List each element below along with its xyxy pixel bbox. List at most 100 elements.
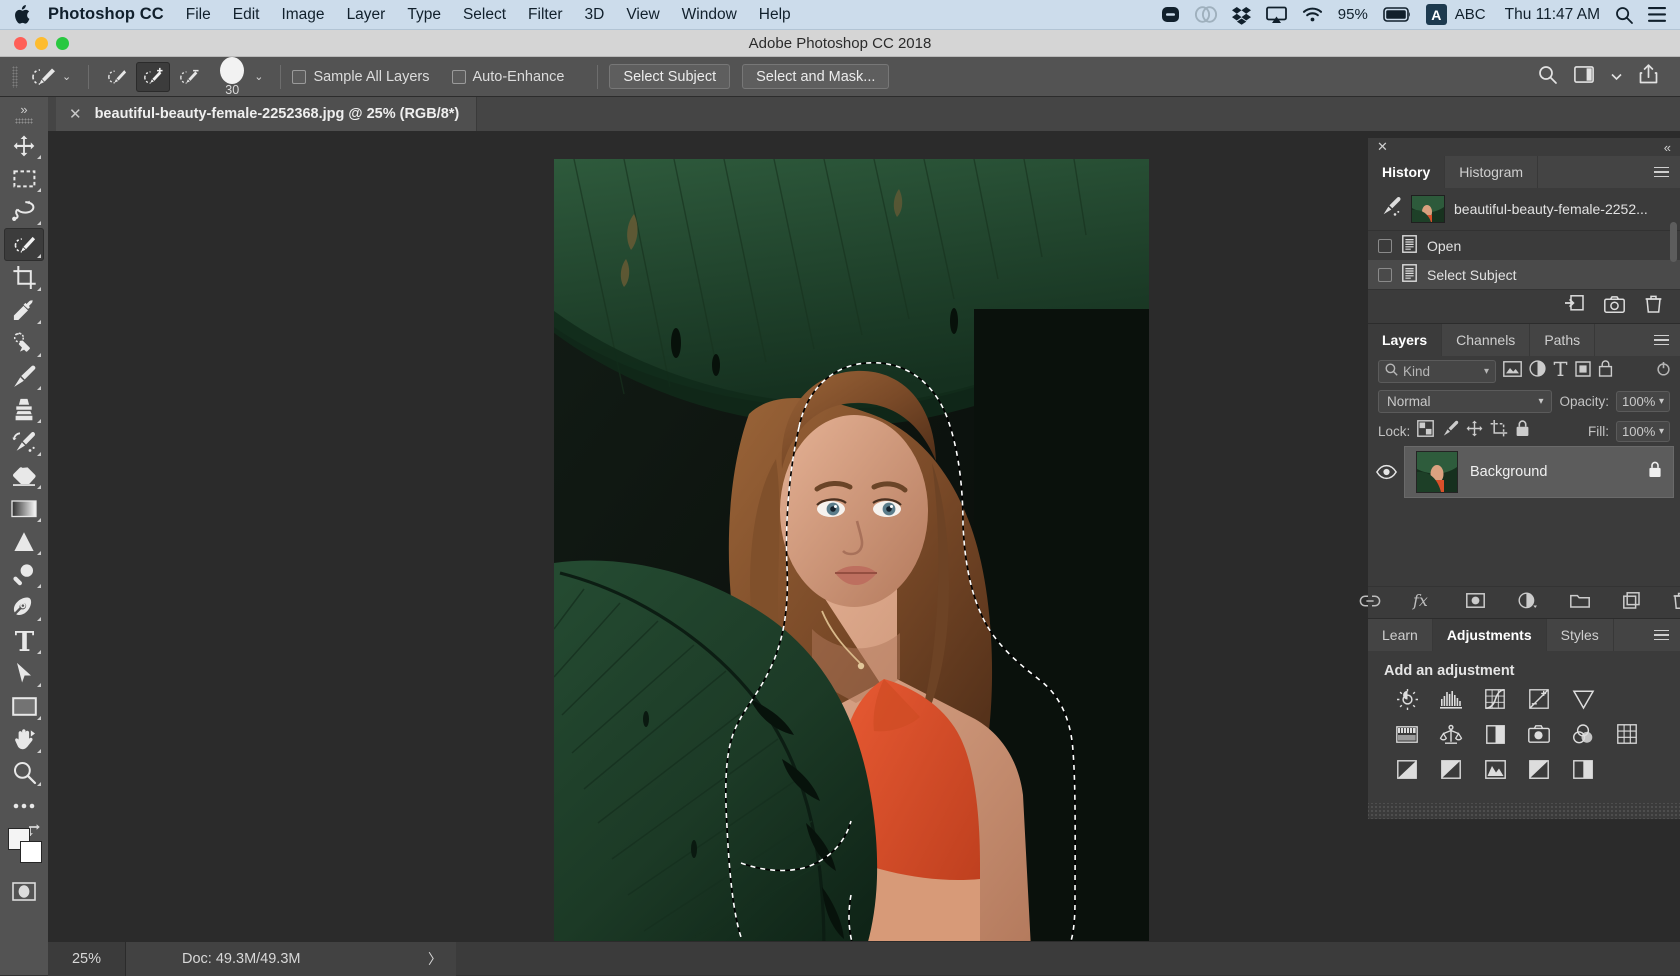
chevron-down-icon[interactable]: ▾: [1538, 396, 1543, 407]
pen-tool[interactable]: [4, 591, 44, 624]
tab-channels[interactable]: Channels: [1442, 324, 1530, 356]
lasso-tool[interactable]: [4, 195, 44, 228]
quick-mask-icon[interactable]: [4, 876, 44, 906]
document-tab[interactable]: ✕ beautiful-beauty-female-2252368.jpg @ …: [56, 97, 477, 131]
black-white-icon[interactable]: [1484, 723, 1506, 745]
wifi-icon[interactable]: [1302, 6, 1323, 23]
channel-mixer-icon[interactable]: [1572, 723, 1594, 745]
lock-image-pixels-icon[interactable]: [1441, 420, 1459, 443]
tab-adjustments[interactable]: Adjustments: [1433, 619, 1547, 651]
color-balance-icon[interactable]: [1440, 723, 1462, 745]
vibrance-icon[interactable]: [1572, 688, 1594, 710]
brush-picker-chevron-icon[interactable]: ⌄: [254, 70, 263, 83]
menu-app-name[interactable]: Photoshop CC: [48, 5, 164, 24]
fill-field[interactable]: 100% ▾: [1616, 421, 1670, 442]
menu-select[interactable]: Select: [463, 6, 506, 24]
lock-transparent-pixels-icon[interactable]: [1417, 420, 1434, 442]
quick-selection-tool-icon[interactable]: [26, 63, 60, 91]
layer-row-body[interactable]: Background: [1404, 446, 1674, 498]
menu-image[interactable]: Image: [281, 6, 324, 24]
dropbox-icon[interactable]: [1232, 6, 1251, 24]
edit-toolbar-tool[interactable]: [4, 789, 44, 822]
path-selection-tool[interactable]: [4, 657, 44, 690]
rectangle-tool[interactable]: [4, 690, 44, 723]
history-state-checkbox[interactable]: [1378, 239, 1392, 253]
options-bar-grip[interactable]: [12, 66, 18, 88]
tab-histogram[interactable]: Histogram: [1445, 156, 1538, 188]
chevron-down-icon[interactable]: ▾: [1659, 426, 1664, 437]
do-not-disturb-icon[interactable]: [1161, 5, 1180, 24]
gradient-tool[interactable]: [4, 492, 44, 525]
adjustment-layers-filter-icon[interactable]: [1529, 360, 1546, 382]
spot-healing-brush-tool[interactable]: [4, 327, 44, 360]
menu-filter[interactable]: Filter: [528, 6, 562, 24]
brush-size-control[interactable]: 30: [212, 57, 252, 96]
type-layers-filter-icon[interactable]: [1553, 361, 1568, 382]
threshold-icon[interactable]: [1484, 758, 1506, 780]
double-chevron-right-icon[interactable]: »: [20, 101, 27, 117]
color-lookup-icon[interactable]: [1616, 723, 1638, 745]
subtract-from-selection-button[interactable]: [172, 62, 206, 92]
chevron-down-icon[interactable]: ▾: [1484, 366, 1489, 377]
zoom-tool[interactable]: [4, 756, 44, 789]
quick-selection-tool[interactable]: [4, 228, 44, 261]
select-subject-button[interactable]: Select Subject: [609, 64, 730, 89]
tab-history[interactable]: History: [1368, 156, 1445, 188]
panel-menu-icon[interactable]: [1654, 324, 1680, 356]
input-source-label[interactable]: ABC: [1455, 6, 1486, 23]
menu-file[interactable]: File: [186, 6, 211, 24]
lock-all-icon[interactable]: [1515, 420, 1530, 442]
dodge-tool[interactable]: [4, 558, 44, 591]
tab-paths[interactable]: Paths: [1530, 324, 1595, 356]
delete-layer-icon[interactable]: [1673, 592, 1680, 614]
pixel-layers-filter-icon[interactable]: [1503, 361, 1522, 382]
history-brush-tool[interactable]: [4, 426, 44, 459]
creative-cloud-icon[interactable]: [1195, 5, 1217, 24]
close-icon[interactable]: ✕: [1377, 139, 1388, 155]
tab-styles[interactable]: Styles: [1547, 619, 1614, 651]
curves-icon[interactable]: [1484, 688, 1506, 710]
shape-layers-filter-icon[interactable]: [1575, 361, 1591, 382]
layer-row-background[interactable]: Background: [1368, 446, 1680, 498]
double-chevron-right-icon[interactable]: «: [1664, 140, 1671, 155]
gradient-map-icon[interactable]: [1528, 758, 1550, 780]
eyedropper-tool[interactable]: [4, 294, 44, 327]
list-icon[interactable]: [1648, 7, 1666, 22]
sample-all-layers-checkbox[interactable]: Sample All Layers: [292, 69, 429, 85]
menu-type[interactable]: Type: [407, 6, 441, 24]
brush-tool[interactable]: [4, 360, 44, 393]
layer-filter-kind-select[interactable]: Kind ▾: [1378, 360, 1496, 383]
clone-stamp-tool[interactable]: [4, 393, 44, 426]
chevron-down-icon[interactable]: ▾: [1659, 396, 1664, 407]
zoom-level-field[interactable]: 25%: [48, 942, 126, 976]
document-info[interactable]: Doc: 49.3M/49.3M 〉: [126, 942, 456, 976]
new-selection-button[interactable]: [100, 62, 134, 92]
background-color-swatch[interactable]: [20, 841, 42, 863]
type-tool[interactable]: [4, 624, 44, 657]
rectangular-marquee-tool[interactable]: [4, 162, 44, 195]
crop-tool[interactable]: [4, 261, 44, 294]
eye-icon[interactable]: [1368, 465, 1404, 479]
selective-color-icon[interactable]: [1572, 758, 1594, 780]
menu-view[interactable]: View: [626, 6, 659, 24]
panel-menu-icon[interactable]: [1654, 619, 1680, 651]
add-to-selection-button[interactable]: [136, 62, 170, 92]
chevron-right-icon[interactable]: 〉: [428, 949, 442, 969]
filter-power-toggle-icon[interactable]: [1657, 361, 1670, 381]
menu-edit[interactable]: Edit: [233, 6, 260, 24]
close-icon[interactable]: ✕: [69, 105, 82, 123]
color-swatches[interactable]: [4, 826, 44, 870]
history-state-open[interactable]: Open: [1368, 231, 1680, 260]
history-snapshot-row[interactable]: beautiful-beauty-female-2252...: [1368, 188, 1680, 231]
delete-state-icon[interactable]: [1645, 295, 1662, 318]
layers-empty-area[interactable]: [1368, 498, 1680, 586]
new-adjustment-layer-icon[interactable]: [1518, 592, 1537, 614]
link-layers-icon[interactable]: [1360, 594, 1380, 612]
layer-mask-icon[interactable]: [1466, 593, 1485, 613]
battery-icon[interactable]: [1383, 7, 1411, 22]
menu-bar-clock[interactable]: Thu 11:47 AM: [1505, 6, 1600, 24]
auto-enhance-checkbox[interactable]: Auto-Enhance: [452, 69, 565, 85]
history-state-select-subject[interactable]: Select Subject: [1368, 260, 1680, 289]
menu-help[interactable]: Help: [759, 6, 791, 24]
lock-position-icon[interactable]: [1466, 420, 1483, 442]
